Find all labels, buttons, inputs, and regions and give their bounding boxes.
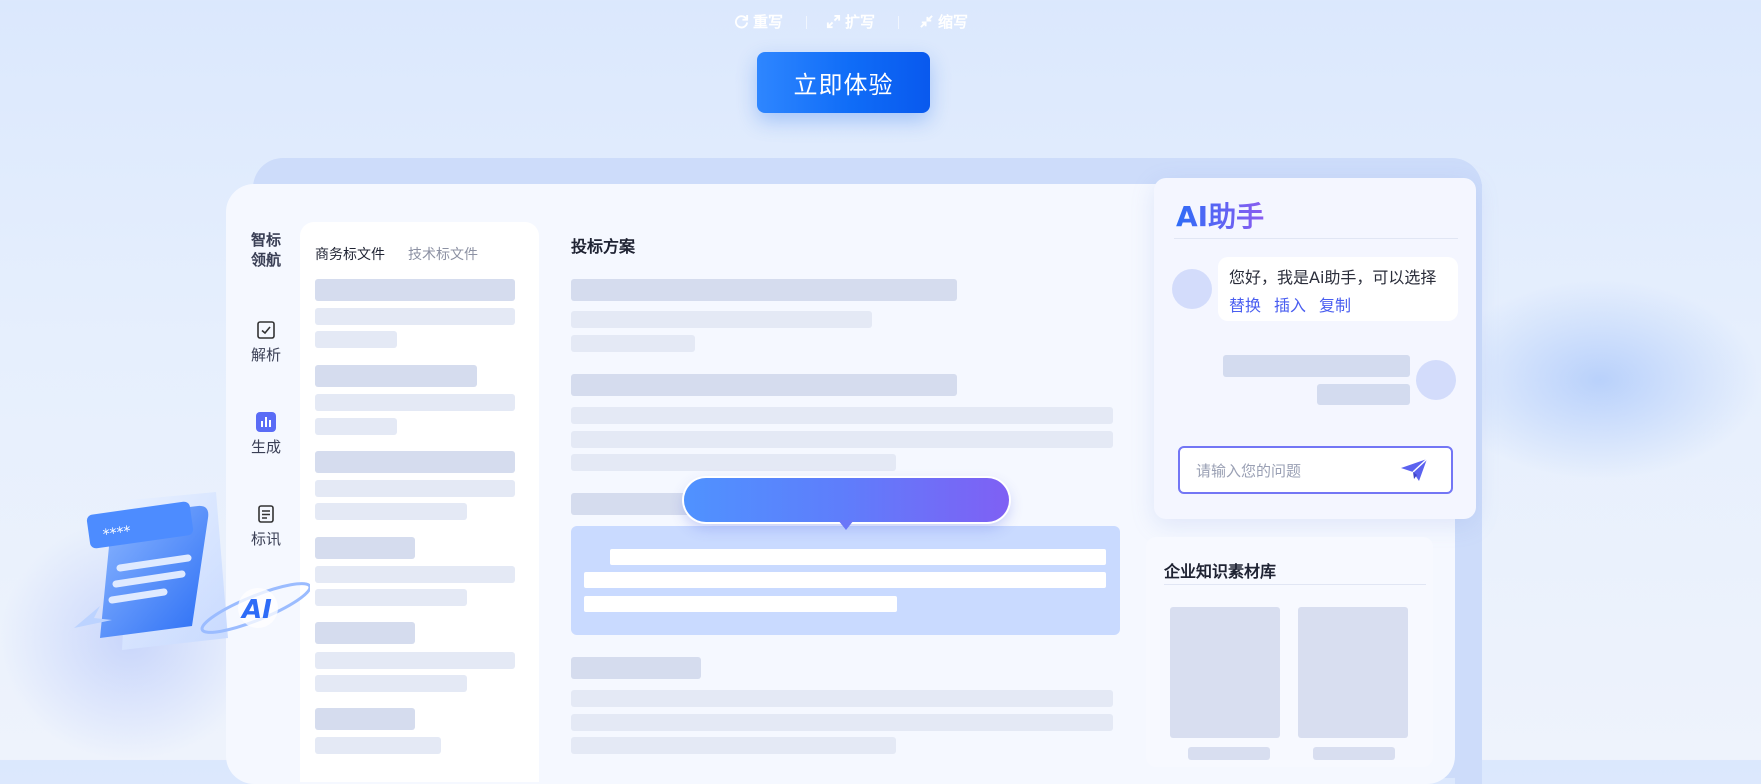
skeleton-bar <box>315 308 515 325</box>
rewrite-label: 重写 <box>753 13 784 31</box>
shrink-label: 缩写 <box>938 13 969 31</box>
skeleton-bar <box>315 737 441 754</box>
tab-business-file[interactable]: 商务标文件 <box>315 244 385 264</box>
skeleton-bar <box>315 331 397 348</box>
nav-item-generate[interactable]: 生成 <box>236 412 296 457</box>
ai-assistant-title: AI助手 <box>1176 195 1264 235</box>
try-now-button[interactable]: 立即体验 <box>757 52 930 113</box>
rewrite-toolbar <box>684 478 1009 522</box>
user-message-skeleton <box>1223 355 1410 377</box>
toolbar-divider <box>806 16 807 29</box>
skeleton-bar <box>571 690 1113 707</box>
toolbar-divider <box>898 16 899 29</box>
skeleton-bar <box>571 657 701 679</box>
material-caption-skeleton <box>1313 747 1395 760</box>
divider <box>1174 238 1458 239</box>
question-input[interactable] <box>1194 459 1398 483</box>
refresh-icon <box>735 14 749 29</box>
insert-link[interactable]: 插入 <box>1274 292 1306 316</box>
knowledge-library-title: 企业知识素材库 <box>1164 562 1277 581</box>
app-logo: 智标领航 <box>250 231 281 269</box>
avatar <box>1416 360 1456 400</box>
skeleton-bar <box>315 279 515 301</box>
nav-item-label: 生成 <box>250 438 281 456</box>
ai-badge: AI <box>240 595 272 625</box>
skeleton-bar <box>571 737 896 754</box>
expand-label: 扩写 <box>845 13 876 31</box>
replace-link[interactable]: 替换 <box>1229 292 1261 316</box>
expand-icon <box>826 14 841 29</box>
page-title: 投标方案 <box>571 237 636 256</box>
shrink-icon <box>920 15 933 28</box>
material-thumbnail[interactable] <box>1298 607 1408 738</box>
skeleton-bar <box>315 652 515 669</box>
copy-link[interactable]: 复制 <box>1319 292 1351 316</box>
rewrite-button[interactable]: 重写 <box>734 11 783 32</box>
skeleton-bar <box>571 335 695 352</box>
nav-item-label: 解析 <box>250 346 281 364</box>
skeleton-bar <box>571 454 896 471</box>
skeleton-bar <box>315 537 415 559</box>
checkbox-icon <box>256 320 276 340</box>
selected-text-line <box>584 596 897 612</box>
assistant-message-text: 您好，我是Ai助手，可以选择 <box>1229 268 1437 287</box>
background-glow <box>1440 280 1760 480</box>
shrink-button[interactable]: 缩写 <box>919 11 968 32</box>
skeleton-bar <box>571 493 691 515</box>
skeleton-bar <box>571 407 1113 424</box>
skeleton-bar <box>315 451 515 473</box>
skeleton-bar <box>315 394 515 411</box>
send-icon <box>1401 458 1428 481</box>
skeleton-bar <box>315 503 467 520</box>
selected-text-line <box>610 549 1106 565</box>
skeleton-bar <box>315 622 415 644</box>
skeleton-bar <box>315 566 515 583</box>
toolbar-pointer <box>838 520 854 530</box>
user-message-skeleton <box>1317 384 1410 405</box>
send-button[interactable] <box>1400 458 1428 482</box>
nav-item-parse[interactable]: 解析 <box>236 320 296 365</box>
skeleton-bar <box>315 708 415 730</box>
material-caption-skeleton <box>1188 747 1270 760</box>
expand-button[interactable]: 扩写 <box>826 11 875 32</box>
tab-technical-file[interactable]: 技术标文件 <box>408 244 478 264</box>
skeleton-bar <box>571 279 957 301</box>
bar-chart-icon <box>256 412 276 432</box>
skeleton-bar <box>315 675 467 692</box>
document-ai-illustration: **** AI <box>60 488 312 668</box>
skeleton-bar <box>315 480 515 497</box>
skeleton-bar <box>571 311 872 328</box>
skeleton-bar <box>315 418 397 435</box>
material-thumbnail[interactable] <box>1170 607 1280 738</box>
divider <box>1164 584 1426 585</box>
skeleton-bar <box>315 589 467 606</box>
skeleton-bar <box>571 714 1113 731</box>
skeleton-bar <box>315 365 477 387</box>
skeleton-bar <box>571 431 1113 448</box>
document-list-panel <box>300 222 539 782</box>
skeleton-bar <box>571 374 957 396</box>
selected-text-line <box>584 572 1106 588</box>
avatar <box>1172 269 1212 309</box>
